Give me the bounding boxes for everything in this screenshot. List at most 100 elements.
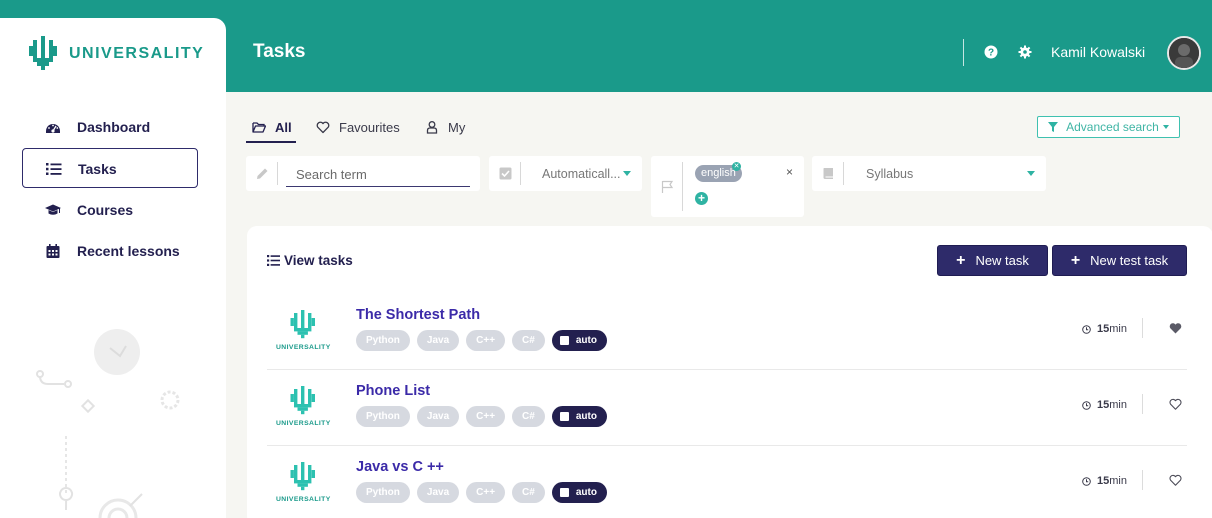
tab-label: All [275, 119, 292, 135]
tag-cpp: C++ [466, 330, 506, 351]
task-title[interactable]: Phone List [356, 383, 430, 399]
chevron-down-icon [1162, 125, 1169, 129]
heart-filled-icon[interactable] [1169, 322, 1182, 334]
task-title[interactable]: The Shortest Path [356, 307, 480, 323]
book-icon [823, 168, 833, 179]
duration-value: 15 [1097, 323, 1110, 335]
sidebar-item-label: Recent lessons [77, 243, 180, 259]
heart-outline-icon[interactable] [1169, 398, 1182, 410]
task-duration: 15 min [1082, 323, 1127, 335]
search-filter [246, 156, 480, 191]
clock-icon [1082, 400, 1091, 410]
new-task-button[interactable]: + New task [937, 245, 1048, 276]
check-icon [559, 412, 569, 421]
chip-remove-icon[interactable]: ✕ [732, 162, 741, 171]
check-icon [559, 336, 569, 345]
tag-python: Python [356, 406, 410, 427]
filter-separator [520, 162, 521, 185]
task-tags: Python Java C++ C# auto [356, 406, 614, 427]
auto-badge: auto [551, 330, 607, 351]
duration-unit: min [1109, 323, 1127, 335]
syllabus-filter[interactable]: Syllabus [812, 156, 1046, 191]
sidebar-item-recent-lessons[interactable]: Recent lessons [22, 231, 198, 271]
universality-logo-icon [290, 462, 315, 491]
task-logo: UNIVERSALITY [276, 382, 330, 432]
heart-outline-icon[interactable] [1169, 474, 1182, 486]
task-logo-label: UNIVERSALITY [276, 420, 331, 427]
task-duration: 15 min [1082, 475, 1127, 487]
auto-label: auto [575, 411, 597, 422]
tag-java: Java [416, 330, 460, 351]
advanced-search-button[interactable]: Advanced search [1037, 116, 1180, 138]
table-row[interactable]: UNIVERSALITY Java vs C ++ Python Java C+… [267, 446, 1187, 518]
auto-badge: auto [551, 406, 607, 427]
task-logo-label: UNIVERSALITY [276, 496, 331, 503]
decorative-illustration [36, 329, 180, 518]
auto-check-filter[interactable]: Automaticall... [489, 156, 642, 191]
task-logo-label: UNIVERSALITY [276, 344, 331, 351]
header-divider [963, 39, 964, 66]
tasks-panel: View tasks + New task + New test task UN… [247, 226, 1212, 518]
task-title[interactable]: Java vs C ++ [356, 459, 444, 475]
sidebar-item-courses[interactable]: Courses [22, 190, 198, 230]
panel-title-text: View tasks [284, 253, 353, 268]
duration-unit: min [1109, 399, 1127, 411]
table-row[interactable]: UNIVERSALITY Phone List Python Java C++ … [267, 370, 1187, 446]
dashboard-icon [46, 124, 60, 133]
task-logo: UNIVERSALITY [276, 458, 330, 508]
sidebar-item-label: Dashboard [77, 119, 151, 135]
checkbox-icon [499, 167, 512, 180]
row-separator [1142, 394, 1143, 414]
chevron-down-icon [623, 171, 631, 176]
graduation-cap-icon [45, 204, 61, 215]
check-icon [559, 488, 569, 497]
user-name[interactable]: Kamil Kowalski [1051, 44, 1145, 60]
brand-name: UNIVERSALITY [69, 45, 205, 62]
active-tab-underline [246, 141, 296, 143]
tab-favourites[interactable]: Favourites [316, 116, 400, 138]
universality-logo-icon [290, 386, 315, 415]
sidebar-item-tasks[interactable]: Tasks [22, 148, 198, 188]
filter-separator [682, 162, 683, 211]
svg-text:?: ? [988, 48, 994, 59]
filter-separator [277, 162, 278, 185]
duration-value: 15 [1097, 399, 1110, 411]
tag-python: Python [356, 330, 410, 351]
tag-python: Python [356, 482, 410, 503]
new-test-task-button[interactable]: + New test task [1052, 245, 1187, 276]
plus-icon: + [1070, 251, 1081, 269]
clock-icon [1082, 324, 1091, 334]
row-separator [1142, 470, 1143, 490]
avatar[interactable] [1167, 36, 1201, 70]
new-task-label: New task [975, 253, 1029, 268]
tab-all[interactable]: All [252, 116, 292, 138]
calendar-icon [46, 244, 60, 258]
table-row[interactable]: UNIVERSALITY The Shortest Path Python Ja… [267, 294, 1187, 370]
task-duration: 15 min [1082, 399, 1127, 411]
add-language-icon[interactable]: + [695, 192, 708, 205]
user-icon [426, 121, 438, 134]
universality-logo-icon [290, 310, 315, 339]
tag-java: Java [416, 406, 460, 427]
task-tags: Python Java C++ C# auto [356, 482, 614, 503]
language-filter: english ✕ × + [651, 156, 804, 217]
task-logo: UNIVERSALITY [276, 306, 330, 356]
help-icon[interactable]: ? [984, 45, 998, 59]
tag-cpp: C++ [466, 482, 506, 503]
duration-unit: min [1109, 475, 1127, 487]
plus-icon: + [956, 251, 966, 269]
sidebar-item-dashboard[interactable]: Dashboard [22, 107, 198, 147]
tab-label: Favourites [339, 119, 400, 135]
tab-my[interactable]: My [425, 116, 465, 138]
heart-outline-icon [316, 121, 330, 134]
main-content: All Favourites My Advanced search Search… [226, 92, 1212, 518]
clear-icon[interactable]: × [786, 165, 793, 179]
duration-value: 15 [1097, 475, 1110, 487]
universality-logo-icon[interactable] [28, 36, 58, 70]
tag-java: Java [416, 482, 460, 503]
search-input[interactable] [286, 163, 470, 187]
sidebar-item-label: Tasks [78, 161, 117, 177]
folder-open-icon [252, 122, 266, 133]
gear-icon[interactable] [1018, 45, 1032, 59]
tab-label: My [448, 119, 466, 135]
